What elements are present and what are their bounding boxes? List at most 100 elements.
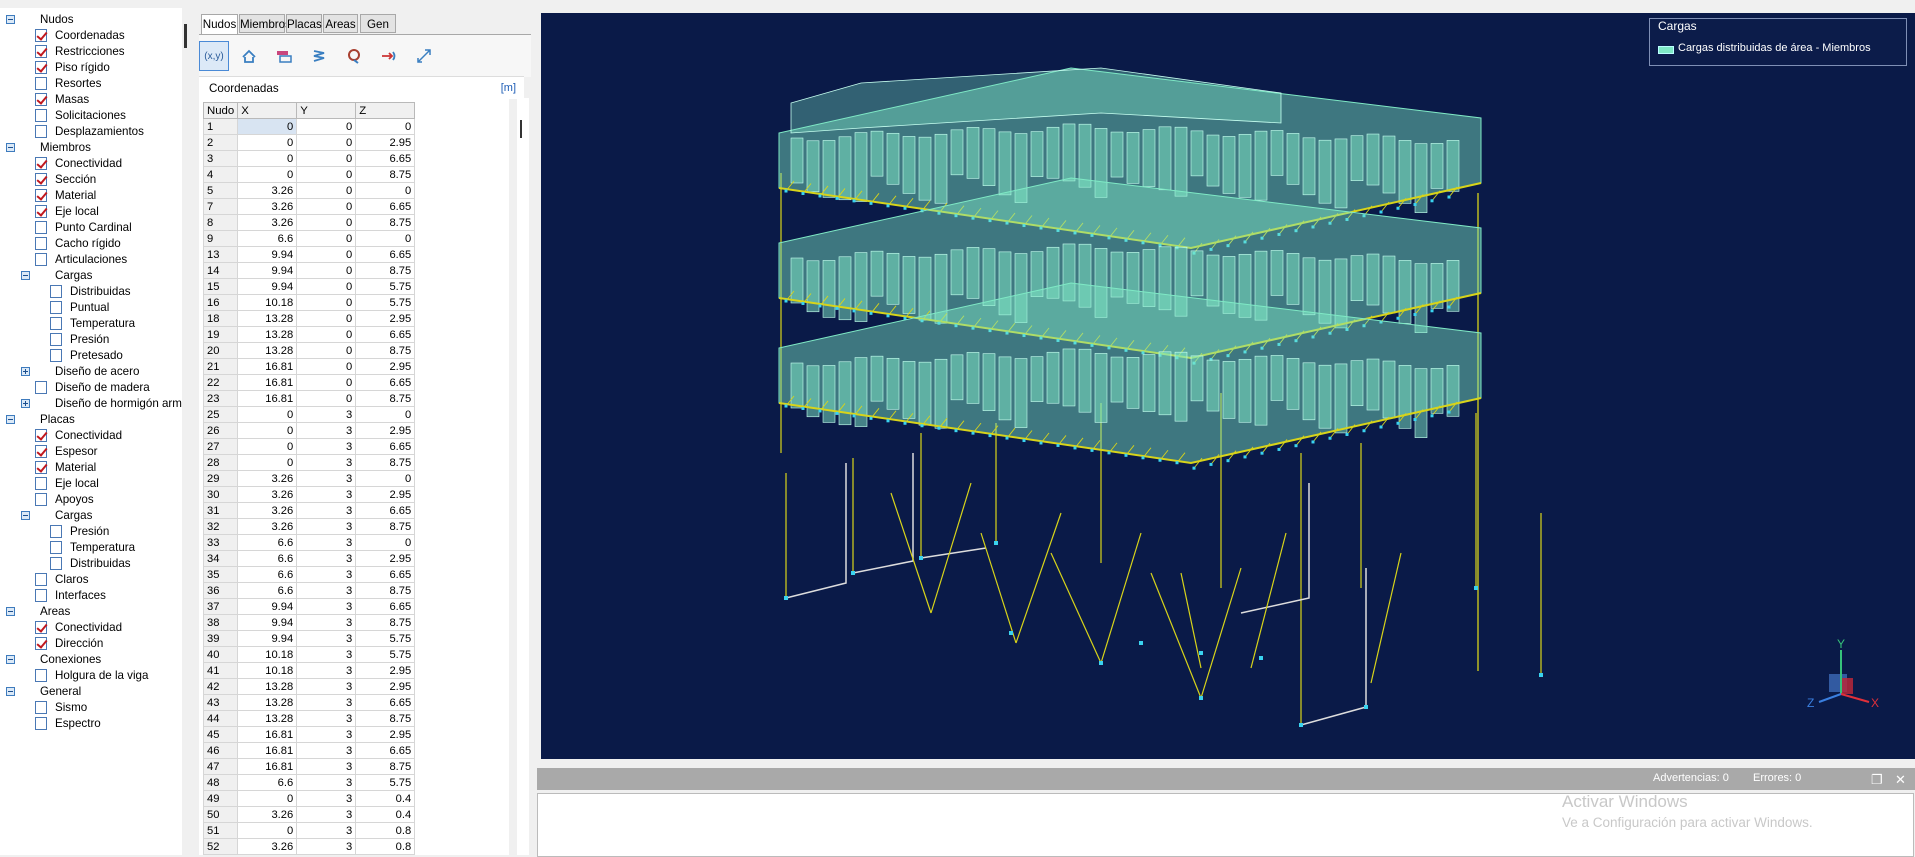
coordinate-cell[interactable]: 6.6 <box>237 534 298 551</box>
coordinate-cell[interactable]: 3 <box>296 598 357 615</box>
coordinate-cell[interactable]: 0 <box>237 422 298 439</box>
tree-item[interactable]: Espesor <box>0 444 182 460</box>
tree-item[interactable]: Conectividad <box>0 428 182 444</box>
coordinate-cell[interactable]: 2.95 <box>355 678 416 695</box>
coordinate-cell[interactable]: 3 <box>296 502 357 519</box>
collapse-icon[interactable] <box>6 143 15 152</box>
table-row[interactable]: 27 0 3 6.65 <box>202 438 416 455</box>
table-row[interactable]: 20 13.28 0 8.75 <box>202 342 416 359</box>
coordinate-cell[interactable]: 8.75 <box>355 214 416 231</box>
checkbox[interactable] <box>35 589 47 602</box>
checkbox[interactable] <box>35 125 47 138</box>
node-id-cell[interactable]: 22 <box>202 374 239 391</box>
coordinate-cell[interactable]: 0 <box>237 822 298 839</box>
coordinate-cell[interactable]: 6.65 <box>355 502 416 519</box>
tree-item[interactable]: Nudos <box>0 12 182 28</box>
checkbox[interactable] <box>35 189 47 202</box>
checkbox[interactable] <box>50 285 62 298</box>
tree-item[interactable]: Puntual <box>0 300 182 316</box>
coordinate-cell[interactable]: 3.26 <box>237 838 298 855</box>
coordinate-cell[interactable]: 3 <box>296 406 357 423</box>
coordinate-cell[interactable]: 13.28 <box>237 710 298 727</box>
node-id-cell[interactable]: 9 <box>202 230 239 247</box>
coordinate-cell[interactable]: 3 <box>296 630 357 647</box>
checkbox[interactable] <box>50 349 62 362</box>
coordinate-cell[interactable]: 0 <box>296 342 357 359</box>
coordinate-cell[interactable]: 0 <box>296 230 357 247</box>
table-row[interactable]: 43 13.28 3 6.65 <box>202 694 416 711</box>
tree-item[interactable]: General <box>0 684 182 700</box>
coordinate-cell[interactable]: 8.75 <box>355 390 416 407</box>
coordinate-cell[interactable]: 6.65 <box>355 374 416 391</box>
coordinate-cell[interactable]: 2.95 <box>355 134 416 151</box>
coordinate-cell[interactable]: 2.95 <box>355 486 416 503</box>
coordinate-cell[interactable]: 3 <box>296 422 357 439</box>
coordinate-cell[interactable]: 3 <box>296 582 357 599</box>
scrollbar-thumb[interactable] <box>520 120 522 138</box>
table-row[interactable]: 36 6.6 3 8.75 <box>202 582 416 599</box>
node-id-cell[interactable]: 38 <box>202 614 239 631</box>
coordinate-cell[interactable]: 3 <box>296 614 357 631</box>
coordinate-cell[interactable]: 6.65 <box>355 566 416 583</box>
table-row[interactable]: 22 16.81 0 6.65 <box>202 374 416 391</box>
checkbox[interactable] <box>35 157 47 170</box>
expand-icon[interactable] <box>21 399 30 408</box>
coordinate-cell[interactable]: 9.94 <box>237 278 298 295</box>
checkbox[interactable] <box>35 173 47 186</box>
node-id-cell[interactable]: 36 <box>202 582 239 599</box>
coordinate-cell[interactable]: 13.28 <box>237 342 298 359</box>
coordinate-cell[interactable]: 3.26 <box>237 198 298 215</box>
coordinate-cell[interactable]: 16.81 <box>237 358 298 375</box>
table-row[interactable]: 34 6.6 3 2.95 <box>202 550 416 567</box>
coordinate-cell[interactable]: 3 <box>296 710 357 727</box>
node-id-cell[interactable]: 37 <box>202 598 239 615</box>
panel-splitter[interactable] <box>182 8 196 855</box>
coordinate-cell[interactable]: 5.75 <box>355 774 416 791</box>
node-id-cell[interactable]: 46 <box>202 742 239 759</box>
node-id-cell[interactable]: 21 <box>202 358 239 375</box>
checkbox[interactable] <box>35 477 47 490</box>
table-row[interactable]: 37 9.94 3 6.65 <box>202 598 416 615</box>
tree-item[interactable]: Coordenadas <box>0 28 182 44</box>
coordinate-cell[interactable]: 10.18 <box>237 646 298 663</box>
masses-button[interactable] <box>339 41 369 71</box>
coordinate-cell[interactable]: 3.26 <box>237 486 298 503</box>
coordinate-cell[interactable]: 9.94 <box>237 246 298 263</box>
node-id-cell[interactable]: 26 <box>202 422 239 439</box>
coordinate-cell[interactable]: 3 <box>296 454 357 471</box>
table-row[interactable]: 25 0 3 0 <box>202 406 416 423</box>
coordinate-cell[interactable]: 0 <box>296 198 357 215</box>
table-row[interactable]: 3 0 0 6.65 <box>202 150 416 167</box>
collapse-icon[interactable] <box>6 655 15 664</box>
tree-item[interactable]: Espectro <box>0 716 182 732</box>
coordinate-cell[interactable]: 9.94 <box>237 630 298 647</box>
tree-item[interactable]: Sección <box>0 172 182 188</box>
table-row[interactable]: 46 16.81 3 6.65 <box>202 742 416 759</box>
node-id-cell[interactable]: 15 <box>202 278 239 295</box>
table-row[interactable]: 16 10.18 0 5.75 <box>202 294 416 311</box>
tree-item[interactable]: Claros <box>0 572 182 588</box>
coordinate-cell[interactable]: 3 <box>296 486 357 503</box>
tree-item[interactable]: Diseño de hormigón arma <box>0 396 182 412</box>
collapse-icon[interactable] <box>6 607 15 616</box>
coordinate-cell[interactable]: 0.4 <box>355 790 416 807</box>
coordinate-cell[interactable]: 3 <box>296 742 357 759</box>
coordinate-cell[interactable]: 3.26 <box>237 502 298 519</box>
coordinate-cell[interactable]: 2.95 <box>355 422 416 439</box>
coordinate-cell[interactable]: 3 <box>296 550 357 567</box>
coordinate-cell[interactable]: 3 <box>296 822 357 839</box>
table-row[interactable]: 28 0 3 8.75 <box>202 454 416 471</box>
tree-item[interactable]: Conexiones <box>0 652 182 668</box>
tree-item[interactable]: Apoyos <box>0 492 182 508</box>
checkbox[interactable] <box>35 109 47 122</box>
coordinate-cell[interactable]: 0 <box>296 326 357 343</box>
checkbox[interactable] <box>35 717 47 730</box>
tab-miembros[interactable]: Miembros <box>239 14 291 33</box>
checkbox[interactable] <box>35 205 47 218</box>
errors-count[interactable]: Errores: 0 <box>1753 772 1801 784</box>
checkbox[interactable] <box>35 221 47 234</box>
coordinate-cell[interactable]: 3 <box>296 758 357 775</box>
table-row[interactable]: 33 6.6 3 0 <box>202 534 416 551</box>
coordinate-cell[interactable]: 13.28 <box>237 326 298 343</box>
table-row[interactable]: 40 10.18 3 5.75 <box>202 646 416 663</box>
